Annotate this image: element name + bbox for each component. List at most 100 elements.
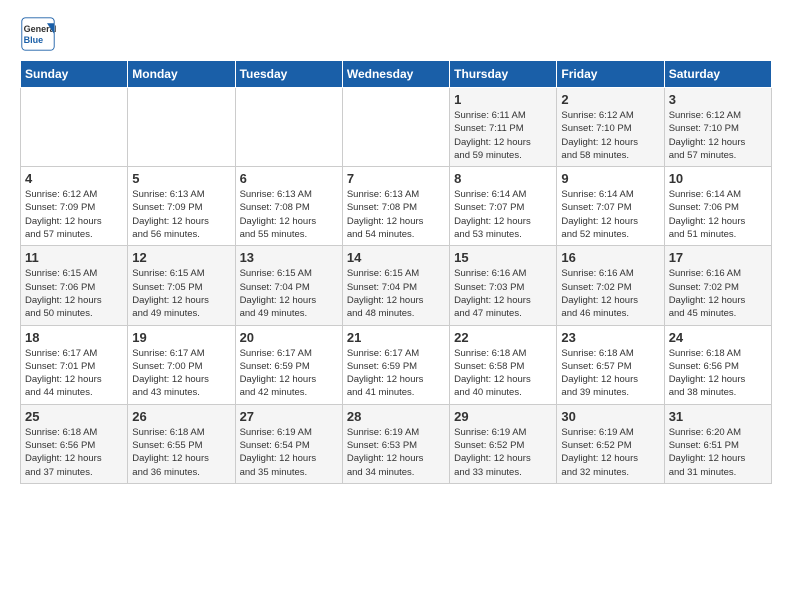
day-info: Sunrise: 6:18 AM Sunset: 6:58 PM Dayligh…	[454, 347, 552, 400]
day-number: 30	[561, 409, 659, 424]
day-number: 29	[454, 409, 552, 424]
day-info: Sunrise: 6:13 AM Sunset: 7:08 PM Dayligh…	[240, 188, 338, 241]
logo-area: General Blue	[20, 16, 56, 52]
day-cell: 13Sunrise: 6:15 AM Sunset: 7:04 PM Dayli…	[235, 246, 342, 325]
day-cell: 4 Sunrise: 6:12 AM Sunset: 7:09 PM Daylig…	[21, 167, 128, 246]
day-cell: 16 Sunrise: 6:16 AM Sunset: 7:02 PM Dayli…	[557, 246, 664, 325]
day-number: 17	[669, 250, 767, 265]
day-cell: 22Sunrise: 6:18 AM Sunset: 6:58 PM Dayli…	[450, 325, 557, 404]
day-info: Sunrise: 6:11 AM Sunset: 7:11 PM Dayligh…	[454, 109, 552, 162]
day-info: Sunrise: 6:16 AM Sunset: 7:02 PM Dayligh…	[669, 267, 767, 320]
day-cell	[128, 88, 235, 167]
day-cell: 12 Sunrise: 6:15 AM Sunset: 7:05 PM Dayli…	[128, 246, 235, 325]
day-cell: 19Sunrise: 6:17 AM Sunset: 7:00 PM Dayli…	[128, 325, 235, 404]
day-info: Sunrise: 6:15 AM Sunset: 7:04 PM Dayligh…	[347, 267, 445, 320]
day-cell	[21, 88, 128, 167]
day-info: Sunrise: 6:18 AM Sunset: 6:57 PM Dayligh…	[561, 347, 659, 400]
day-number: 11	[25, 250, 123, 265]
day-number: 8	[454, 171, 552, 186]
day-info: Sunrise: 6:17 AM Sunset: 6:59 PM Dayligh…	[240, 347, 338, 400]
day-cell: 15 Sunrise: 6:16 AM Sunset: 7:03 PM Dayli…	[450, 246, 557, 325]
day-cell: 23 Sunrise: 6:18 AM Sunset: 6:57 PM Dayli…	[557, 325, 664, 404]
day-info: Sunrise: 6:14 AM Sunset: 7:07 PM Dayligh…	[561, 188, 659, 241]
day-number: 18	[25, 330, 123, 345]
week-row-4: 25Sunrise: 6:18 AM Sunset: 6:56 PM Dayli…	[21, 404, 772, 483]
week-row-1: 4 Sunrise: 6:12 AM Sunset: 7:09 PM Daylig…	[21, 167, 772, 246]
day-info: Sunrise: 6:17 AM Sunset: 7:01 PM Dayligh…	[25, 347, 123, 400]
day-info: Sunrise: 6:20 AM Sunset: 6:51 PM Dayligh…	[669, 426, 767, 479]
day-info: Sunrise: 6:15 AM Sunset: 7:06 PM Dayligh…	[25, 267, 123, 320]
day-cell: 1 Sunrise: 6:11 AM Sunset: 7:11 PM Daylig…	[450, 88, 557, 167]
day-cell: 3 Sunrise: 6:12 AM Sunset: 7:10 PM Daylig…	[664, 88, 771, 167]
day-number: 7	[347, 171, 445, 186]
logo-icon: General Blue	[20, 16, 56, 52]
day-info: Sunrise: 6:19 AM Sunset: 6:53 PM Dayligh…	[347, 426, 445, 479]
header-day-thursday: Thursday	[450, 61, 557, 88]
week-row-0: 1 Sunrise: 6:11 AM Sunset: 7:11 PM Daylig…	[21, 88, 772, 167]
day-info: Sunrise: 6:18 AM Sunset: 6:55 PM Dayligh…	[132, 426, 230, 479]
week-row-2: 11 Sunrise: 6:15 AM Sunset: 7:06 PM Dayli…	[21, 246, 772, 325]
day-cell: 5 Sunrise: 6:13 AM Sunset: 7:09 PM Daylig…	[128, 167, 235, 246]
header-day-sunday: Sunday	[21, 61, 128, 88]
day-number: 21	[347, 330, 445, 345]
day-info: Sunrise: 6:15 AM Sunset: 7:04 PM Dayligh…	[240, 267, 338, 320]
day-number: 20	[240, 330, 338, 345]
day-cell: 17 Sunrise: 6:16 AM Sunset: 7:02 PM Dayli…	[664, 246, 771, 325]
day-info: Sunrise: 6:12 AM Sunset: 7:09 PM Dayligh…	[25, 188, 123, 241]
day-info: Sunrise: 6:18 AM Sunset: 6:56 PM Dayligh…	[669, 347, 767, 400]
day-number: 23	[561, 330, 659, 345]
day-cell: 9 Sunrise: 6:14 AM Sunset: 7:07 PM Daylig…	[557, 167, 664, 246]
day-info: Sunrise: 6:18 AM Sunset: 6:56 PM Dayligh…	[25, 426, 123, 479]
day-info: Sunrise: 6:16 AM Sunset: 7:03 PM Dayligh…	[454, 267, 552, 320]
day-info: Sunrise: 6:13 AM Sunset: 7:09 PM Dayligh…	[132, 188, 230, 241]
day-number: 15	[454, 250, 552, 265]
day-info: Sunrise: 6:12 AM Sunset: 7:10 PM Dayligh…	[669, 109, 767, 162]
day-info: Sunrise: 6:17 AM Sunset: 6:59 PM Dayligh…	[347, 347, 445, 400]
page: General Blue SundayMondayTuesdayWednesda…	[0, 0, 792, 494]
day-cell: 31 Sunrise: 6:20 AM Sunset: 6:51 PM Dayli…	[664, 404, 771, 483]
day-cell: 6 Sunrise: 6:13 AM Sunset: 7:08 PM Daylig…	[235, 167, 342, 246]
day-number: 12	[132, 250, 230, 265]
day-cell: 7 Sunrise: 6:13 AM Sunset: 7:08 PM Daylig…	[342, 167, 449, 246]
day-number: 16	[561, 250, 659, 265]
calendar-table: SundayMondayTuesdayWednesdayThursdayFrid…	[20, 60, 772, 484]
header-day-tuesday: Tuesday	[235, 61, 342, 88]
day-number: 19	[132, 330, 230, 345]
day-cell: 8Sunrise: 6:14 AM Sunset: 7:07 PM Daylig…	[450, 167, 557, 246]
day-number: 1	[454, 92, 552, 107]
day-info: Sunrise: 6:19 AM Sunset: 6:54 PM Dayligh…	[240, 426, 338, 479]
day-info: Sunrise: 6:13 AM Sunset: 7:08 PM Dayligh…	[347, 188, 445, 241]
header-day-saturday: Saturday	[664, 61, 771, 88]
day-cell	[235, 88, 342, 167]
day-cell: 2 Sunrise: 6:12 AM Sunset: 7:10 PM Daylig…	[557, 88, 664, 167]
day-number: 3	[669, 92, 767, 107]
header-day-friday: Friday	[557, 61, 664, 88]
day-cell: 25Sunrise: 6:18 AM Sunset: 6:56 PM Dayli…	[21, 404, 128, 483]
day-cell: 24 Sunrise: 6:18 AM Sunset: 6:56 PM Dayli…	[664, 325, 771, 404]
day-cell: 11 Sunrise: 6:15 AM Sunset: 7:06 PM Dayli…	[21, 246, 128, 325]
day-number: 5	[132, 171, 230, 186]
day-cell: 29 Sunrise: 6:19 AM Sunset: 6:52 PM Dayli…	[450, 404, 557, 483]
day-number: 28	[347, 409, 445, 424]
day-info: Sunrise: 6:19 AM Sunset: 6:52 PM Dayligh…	[454, 426, 552, 479]
day-cell: 26 Sunrise: 6:18 AM Sunset: 6:55 PM Dayli…	[128, 404, 235, 483]
week-row-3: 18 Sunrise: 6:17 AM Sunset: 7:01 PM Dayli…	[21, 325, 772, 404]
day-info: Sunrise: 6:19 AM Sunset: 6:52 PM Dayligh…	[561, 426, 659, 479]
day-info: Sunrise: 6:12 AM Sunset: 7:10 PM Dayligh…	[561, 109, 659, 162]
day-number: 10	[669, 171, 767, 186]
day-number: 24	[669, 330, 767, 345]
day-cell: 14Sunrise: 6:15 AM Sunset: 7:04 PM Dayli…	[342, 246, 449, 325]
day-number: 2	[561, 92, 659, 107]
day-number: 31	[669, 409, 767, 424]
day-cell: 21 Sunrise: 6:17 AM Sunset: 6:59 PM Dayli…	[342, 325, 449, 404]
header-day-wednesday: Wednesday	[342, 61, 449, 88]
day-number: 6	[240, 171, 338, 186]
day-number: 26	[132, 409, 230, 424]
header-day-monday: Monday	[128, 61, 235, 88]
day-info: Sunrise: 6:15 AM Sunset: 7:05 PM Dayligh…	[132, 267, 230, 320]
day-info: Sunrise: 6:16 AM Sunset: 7:02 PM Dayligh…	[561, 267, 659, 320]
day-number: 9	[561, 171, 659, 186]
day-cell: 18 Sunrise: 6:17 AM Sunset: 7:01 PM Dayli…	[21, 325, 128, 404]
day-number: 4	[25, 171, 123, 186]
day-cell: 10Sunrise: 6:14 AM Sunset: 7:06 PM Dayli…	[664, 167, 771, 246]
